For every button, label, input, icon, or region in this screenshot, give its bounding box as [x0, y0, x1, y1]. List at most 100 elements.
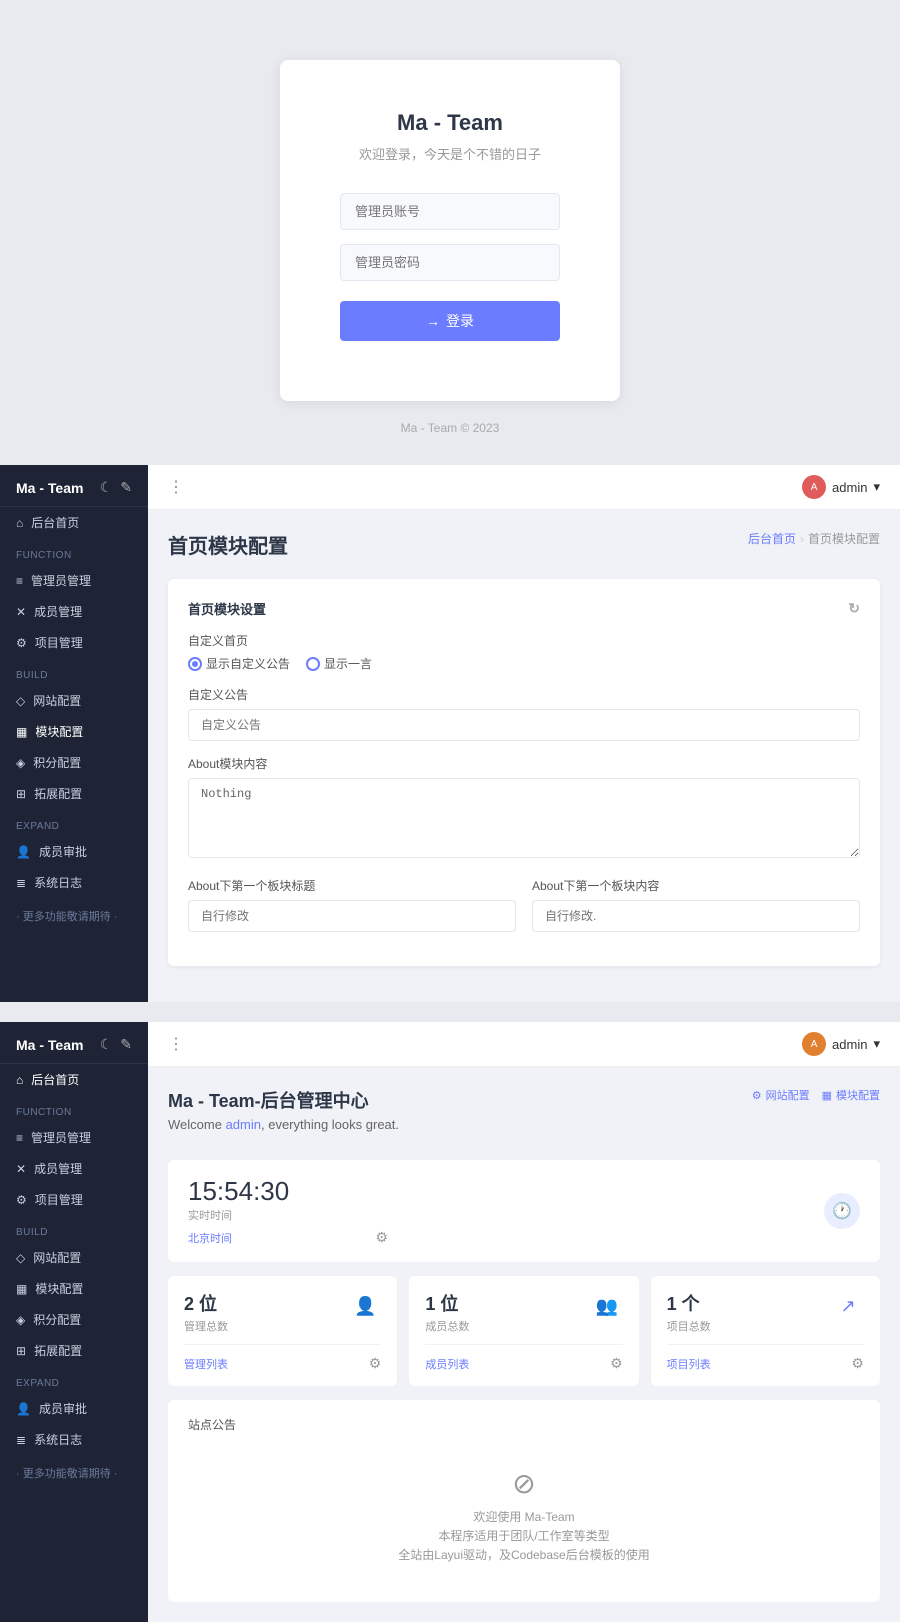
- custom-announcement-input[interactable]: [188, 709, 860, 741]
- home-icon-1: ⌂: [16, 516, 23, 530]
- topbar-avatar-2: A: [802, 1032, 826, 1056]
- sidebar-item-home-1[interactable]: ⌂ 后台首页: [0, 507, 148, 538]
- site-config-action[interactable]: ⚙ 网站配置: [752, 1087, 810, 1103]
- sidebar-function-label-1: FUNCTION: [0, 538, 148, 565]
- topbar-user-1[interactable]: A admin ▾: [802, 475, 880, 499]
- sidebar-more-2: · 更多功能敬请期待 ·: [0, 1455, 148, 1491]
- stat-card-member: 1 位 成员总数 👥 成员列表 ⚙: [409, 1276, 638, 1386]
- admin-count: 2 位: [184, 1290, 228, 1316]
- sidebar-item-score-1[interactable]: ◈ 积分配置: [0, 747, 148, 778]
- radio-label-1[interactable]: 显示自定义公告: [188, 655, 290, 672]
- card-title-1: 首页模块设置 ↻: [188, 599, 860, 618]
- about-content-textarea[interactable]: Nothing: [188, 778, 860, 858]
- topbar-2: ⋮ A admin ▾: [148, 1022, 900, 1067]
- sidebar-item-member-1[interactable]: ✕ 成员管理: [0, 596, 148, 627]
- topbar-actions: ⚙ 网站配置 ▦ 模块配置: [752, 1087, 880, 1103]
- stat-header-project: 1 个 项目总数 ↗: [667, 1290, 864, 1334]
- sidebar-2: Ma - Team ☾ ✎ ⌂ 后台首页 FUNCTION ≡ 管理员管理 ✕ …: [0, 1022, 148, 1622]
- login-arrow-icon: →: [426, 313, 440, 329]
- sidebar-item-project-2[interactable]: ⚙ 项目管理: [0, 1184, 148, 1215]
- admin-icon-2: ≡: [16, 1131, 23, 1145]
- sidebar-item-member-2[interactable]: ✕ 成员管理: [0, 1153, 148, 1184]
- page-title-1: 首页模块配置: [168, 530, 288, 559]
- stat-cards: 2 位 管理总数 👤 管理列表 ⚙ 1 位 成员总数: [168, 1276, 880, 1386]
- sidebar-item-admin-2[interactable]: ≡ 管理员管理: [0, 1122, 148, 1153]
- topbar-menu-icon-1[interactable]: ⋮: [168, 477, 184, 497]
- expand-icon-1: ⊞: [16, 787, 26, 801]
- sidebar-item-expand-1[interactable]: ⊞ 拓展配置: [0, 778, 148, 809]
- log-icon-2: ≣: [16, 1433, 26, 1447]
- about-sub-title-input[interactable]: [188, 900, 516, 932]
- edit-icon-2[interactable]: ✎: [120, 1036, 132, 1053]
- sidebar-1: Ma - Team ☾ ✎ ⌂ 后台首页 FUNCTION ≡ 管理员管理 ✕ …: [0, 465, 148, 1002]
- radio-dot-1: [188, 657, 202, 671]
- time-settings-icon[interactable]: ⚙: [375, 1229, 388, 1246]
- page-header-1: 首页模块配置 后台首页 › 首页模块配置: [168, 530, 880, 559]
- moon-icon-2[interactable]: ☾: [100, 1036, 113, 1053]
- member-settings-icon[interactable]: ⚙: [610, 1355, 623, 1372]
- sidebar-build-label-1: BUILD: [0, 658, 148, 685]
- main-content-2: ⋮ A admin ▾ Ma - Team-后台管理中心 Welcome adm…: [148, 1022, 900, 1622]
- home-icon-2: ⌂: [16, 1073, 23, 1087]
- edit-icon-1[interactable]: ✎: [120, 479, 132, 496]
- sidebar-item-review-1[interactable]: 👤 成员审批: [0, 836, 148, 867]
- announcement-empty: ⊘ 欢迎使用 Ma-Team 本程序适用于团队/工作室等类型 全站由Layui驱…: [188, 1447, 860, 1586]
- dashboard-title-group: Ma - Team-后台管理中心 Welcome admin, everythi…: [168, 1087, 399, 1148]
- password-input[interactable]: [340, 244, 560, 281]
- main-content-1: ⋮ A admin ▾ 首页模块配置 后台首页 › 首页模块配置 首页模块设置 …: [148, 465, 900, 1002]
- breadcrumb-sep-1: ›: [800, 532, 804, 546]
- custom-announcement-group: 自定义公告: [188, 686, 860, 741]
- member-icon-1: ✕: [16, 605, 26, 619]
- sidebar-item-admin-1[interactable]: ≡ 管理员管理: [0, 565, 148, 596]
- sidebar-item-site-2[interactable]: ◇ 网站配置: [0, 1242, 148, 1273]
- sidebar-item-module-2[interactable]: ▦ 模块配置: [0, 1273, 148, 1304]
- moon-icon-1[interactable]: ☾: [100, 479, 113, 496]
- sidebar-logo-icons-2: ☾ ✎: [100, 1036, 132, 1053]
- module-config-section: Ma - Team ☾ ✎ ⌂ 后台首页 FUNCTION ≡ 管理员管理 ✕ …: [0, 465, 900, 1002]
- sidebar-item-home-2[interactable]: ⌂ 后台首页: [0, 1064, 148, 1095]
- welcome-user-link[interactable]: admin: [226, 1117, 261, 1132]
- dashboard-welcome-text: Welcome admin, everything looks great.: [168, 1117, 399, 1132]
- login-button[interactable]: → 登录: [340, 301, 560, 341]
- breadcrumb-home-1[interactable]: 后台首页: [748, 530, 796, 547]
- custom-announcement-label: 自定义公告: [188, 686, 860, 703]
- about-sub-content-input[interactable]: [532, 900, 860, 932]
- member-list-link[interactable]: 成员列表: [425, 1356, 469, 1372]
- module-config-action[interactable]: ▦ 模块配置: [822, 1087, 880, 1103]
- member-stat-icon: 👥: [591, 1290, 623, 1322]
- sidebar-item-log-2[interactable]: ≣ 系统日志: [0, 1424, 148, 1455]
- sidebar-item-module-1[interactable]: ▦ 模块配置: [0, 716, 148, 747]
- sidebar-item-log-1[interactable]: ≣ 系统日志: [0, 867, 148, 898]
- site-icon-2: ◇: [16, 1251, 25, 1265]
- breadcrumb-1: 后台首页 › 首页模块配置: [748, 530, 880, 547]
- refresh-icon-1[interactable]: ↻: [848, 600, 860, 617]
- stat-card-project: 1 个 项目总数 ↗ 项目列表 ⚙: [651, 1276, 880, 1386]
- admin-settings-icon[interactable]: ⚙: [369, 1355, 382, 1372]
- custom-home-group: 自定义首页 显示自定义公告 显示一言: [188, 632, 860, 672]
- sidebar-item-score-2[interactable]: ◈ 积分配置: [0, 1304, 148, 1335]
- about-sub-title-label: About下第一个板块标题: [188, 877, 516, 894]
- topbar-menu-icon-2[interactable]: ⋮: [168, 1034, 184, 1054]
- project-list-link[interactable]: 项目列表: [667, 1356, 711, 1372]
- admin-list-link[interactable]: 管理列表: [184, 1356, 228, 1372]
- admin-label: 管理总数: [184, 1318, 228, 1334]
- sidebar-item-site-1[interactable]: ◇ 网站配置: [0, 685, 148, 716]
- module-icon-2: ▦: [16, 1282, 27, 1296]
- login-title: Ma - Team: [340, 110, 560, 136]
- about-sub-title-group: About下第一个板块标题: [188, 877, 516, 932]
- announcement-text: 欢迎使用 Ma-Team 本程序适用于团队/工作室等类型 全站由Layui驱动，…: [208, 1508, 840, 1566]
- sidebar-logo-icons-1: ☾ ✎: [100, 479, 132, 496]
- sidebar-item-expand-2[interactable]: ⊞ 拓展配置: [0, 1335, 148, 1366]
- project-icon-2: ⚙: [16, 1193, 27, 1207]
- topbar-user-2[interactable]: A admin ▾: [802, 1032, 880, 1056]
- sidebar-item-review-2[interactable]: 👤 成员审批: [0, 1393, 148, 1424]
- sidebar-item-project-1[interactable]: ⚙ 项目管理: [0, 627, 148, 658]
- dashboard-home-section: Ma - Team ☾ ✎ ⌂ 后台首页 FUNCTION ≡ 管理员管理 ✕ …: [0, 1022, 900, 1622]
- member-icon-2: ✕: [16, 1162, 26, 1176]
- radio-label-2[interactable]: 显示一言: [306, 655, 372, 672]
- sidebar-logo-text-1: Ma - Team: [16, 480, 83, 496]
- time-link[interactable]: 北京时间: [188, 1230, 232, 1246]
- sidebar-expand-label-1: EXPAND: [0, 809, 148, 836]
- username-input[interactable]: [340, 193, 560, 230]
- project-settings-icon[interactable]: ⚙: [851, 1355, 864, 1372]
